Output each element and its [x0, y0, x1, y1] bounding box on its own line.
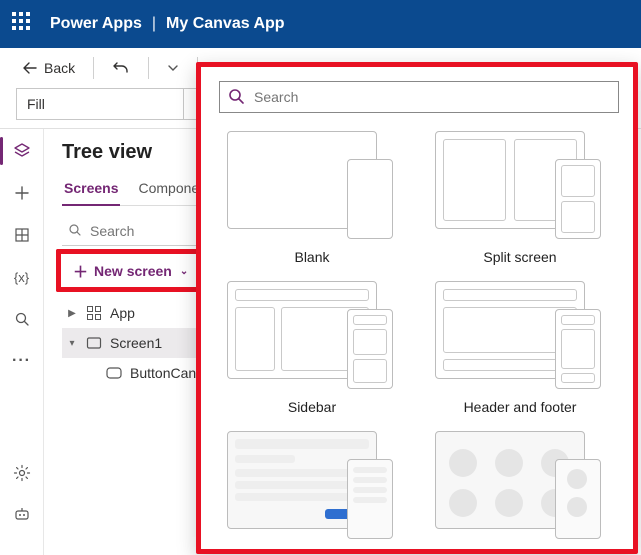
- tab-screens[interactable]: Screens: [62, 174, 120, 206]
- button-icon: [106, 367, 122, 379]
- grid-icon: [14, 227, 30, 243]
- flyout-search-input[interactable]: [219, 81, 619, 113]
- rail-settings[interactable]: [10, 461, 34, 485]
- property-selector[interactable]: Fill: [16, 88, 184, 120]
- template-item[interactable]: [219, 431, 405, 541]
- expand-icon: ▶: [66, 308, 78, 319]
- undo-button[interactable]: [106, 55, 136, 81]
- plus-icon: [14, 185, 30, 201]
- brand-label: Power Apps: [50, 15, 142, 33]
- template-blank[interactable]: Blank: [219, 131, 405, 265]
- template-label: Header and footer: [464, 399, 577, 415]
- template-label: Blank: [294, 249, 329, 265]
- rail-search[interactable]: [10, 307, 34, 331]
- app-launcher-icon[interactable]: [12, 12, 36, 36]
- toolbar-divider: [93, 57, 94, 79]
- chevron-down-icon: [167, 62, 179, 74]
- rail-variables[interactable]: {x}: [10, 265, 34, 289]
- rail-tree-view[interactable]: [10, 139, 34, 163]
- app-name: My Canvas App: [166, 15, 285, 33]
- tree-label: App: [110, 305, 135, 321]
- chevron-down-icon: ⌄: [180, 266, 188, 277]
- template-header-footer[interactable]: Header and footer: [427, 281, 613, 415]
- tree-label: Screen1: [110, 335, 162, 351]
- rail-more[interactable]: ···: [10, 349, 34, 373]
- back-arrow-icon: [22, 60, 38, 76]
- rail-insert[interactable]: [10, 181, 34, 205]
- back-label: Back: [44, 60, 75, 76]
- title-separator: |: [152, 15, 156, 33]
- template-item[interactable]: [427, 431, 613, 541]
- plus-icon: ＋: [73, 261, 88, 282]
- toolbar-divider: [148, 57, 149, 79]
- gear-icon: [13, 464, 31, 482]
- template-split-screen[interactable]: Split screen: [427, 131, 613, 265]
- new-screen-flyout: Blank Split screen: [196, 62, 638, 554]
- template-label: Sidebar: [288, 399, 336, 415]
- new-screen-button[interactable]: ＋ New screen ⌄: [62, 256, 199, 286]
- undo-dropdown[interactable]: [161, 58, 185, 78]
- layers-icon: [13, 142, 31, 160]
- bot-icon: [13, 506, 31, 524]
- new-screen-label: New screen: [94, 263, 172, 279]
- search-icon: [14, 311, 30, 327]
- screen-icon: [86, 335, 102, 351]
- template-sidebar[interactable]: Sidebar: [219, 281, 405, 415]
- search-icon: [68, 223, 82, 237]
- undo-icon: [112, 59, 130, 77]
- search-icon: [227, 87, 245, 105]
- rail-ask[interactable]: [10, 503, 34, 527]
- template-scroll[interactable]: Blank Split screen: [219, 131, 619, 541]
- app-icon: [86, 305, 102, 321]
- template-label: Split screen: [483, 249, 556, 265]
- property-name: Fill: [27, 96, 45, 112]
- back-button[interactable]: Back: [16, 56, 81, 80]
- rail-data[interactable]: [10, 223, 34, 247]
- collapse-icon: ▾: [66, 338, 78, 349]
